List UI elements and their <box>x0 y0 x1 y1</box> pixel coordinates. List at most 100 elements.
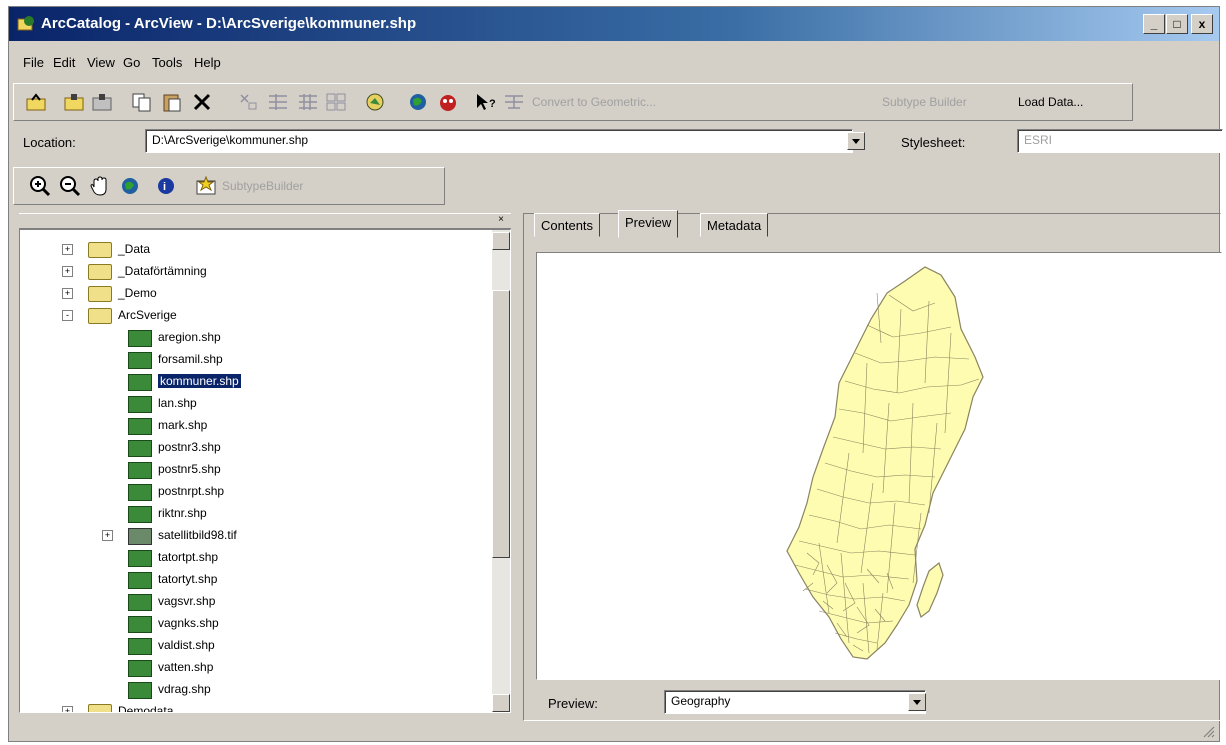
connect-folder-icon[interactable] <box>62 91 86 113</box>
tree-item[interactable]: lan.shp <box>20 394 490 414</box>
shapefile-icon <box>128 572 152 589</box>
convert-to-geometric-button[interactable]: Convert to Geometric... <box>532 95 656 109</box>
identify-icon[interactable]: i <box>154 175 178 197</box>
tree-item[interactable]: + _Dataförtämning <box>20 262 490 282</box>
shapefile-icon <box>128 616 152 633</box>
shapefile-icon <box>128 594 152 611</box>
menu-tools[interactable]: Tools <box>152 55 182 70</box>
tab-metadata[interactable]: Metadata <box>700 213 769 237</box>
preview-type-dropdown-button[interactable] <box>908 693 926 711</box>
tree-item[interactable]: + satellitbild98.tif <box>20 526 490 546</box>
shapefile-icon <box>128 440 152 457</box>
disconnect-folder-icon[interactable] <box>90 91 114 113</box>
full-extent-icon[interactable] <box>118 175 142 197</box>
menu-help[interactable]: Help <box>194 55 221 70</box>
tree-item[interactable]: + _Data <box>20 240 490 260</box>
tree-expander-icon[interactable]: + <box>62 288 73 299</box>
tree-expander-icon[interactable]: + <box>62 706 73 712</box>
tree-item[interactable]: vdrag.shp <box>20 680 490 700</box>
tree-item[interactable]: vagnks.shp <box>20 614 490 634</box>
arccatalog-window: ArcCatalog - ArcView - D:\ArcSverige\kom… <box>8 6 1223 742</box>
map-preview[interactable] <box>536 252 1222 680</box>
tree-close-icon[interactable]: × <box>493 213 509 227</box>
zoom-in-icon[interactable] <box>28 175 52 197</box>
scroll-down-button[interactable] <box>492 694 510 712</box>
tab-contents[interactable]: Contents <box>534 213 601 237</box>
location-dropdown-button[interactable] <box>847 132 865 150</box>
large-icons-icon[interactable] <box>236 91 260 113</box>
shapefile-icon <box>128 682 152 699</box>
load-data-button[interactable]: Load Data... <box>1018 95 1083 109</box>
tree-item-label: _Data <box>118 242 151 256</box>
tree-expander-icon[interactable]: + <box>102 530 113 541</box>
svg-text:?: ? <box>489 98 496 110</box>
tree-item[interactable]: valdist.shp <box>20 636 490 656</box>
delete-icon[interactable] <box>190 91 214 113</box>
tree-item[interactable]: kommuner.shp <box>20 372 490 392</box>
tab-preview[interactable]: Preview <box>618 210 679 238</box>
subtype-builder-button[interactable]: Subtype Builder <box>882 95 967 109</box>
thumbnails-icon[interactable] <box>324 91 348 113</box>
geometric-network-icon[interactable] <box>502 91 526 113</box>
launch-arcmap-icon[interactable] <box>364 91 388 113</box>
details-view-icon[interactable] <box>296 91 320 113</box>
tree-item-label: aregion.shp <box>158 330 221 344</box>
tree-item-label: Demodata <box>118 704 174 713</box>
geography-toolbar: i SubtypeBuilder <box>13 167 445 205</box>
tree-item-label: lan.shp <box>158 396 197 410</box>
pan-icon[interactable] <box>88 175 112 197</box>
tree-item[interactable]: mark.shp <box>20 416 490 436</box>
tree-item[interactable]: postnrpt.shp <box>20 482 490 502</box>
stylesheet-select[interactable]: ESRI <box>1017 129 1223 153</box>
close-button[interactable]: x <box>1191 14 1213 34</box>
tree-expander-icon[interactable]: + <box>62 244 73 255</box>
tree-item[interactable]: tatortyt.shp <box>20 570 490 590</box>
title-bar[interactable]: ArcCatalog - ArcView - D:\ArcSverige\kom… <box>9 7 1219 41</box>
tree-item-label: _Dataförtämning <box>118 264 207 278</box>
menu-file[interactable]: File <box>23 55 44 70</box>
minimize-button[interactable]: _ <box>1143 14 1165 34</box>
tree-item[interactable]: forsamil.shp <box>20 350 490 370</box>
tree-expander-icon[interactable]: + <box>62 266 73 277</box>
maximize-button[interactable]: □ <box>1166 14 1188 34</box>
tree-item[interactable]: - ArcSverige <box>20 306 490 326</box>
arctoolbox-icon[interactable] <box>406 91 430 113</box>
tree-item-label: tatortyt.shp <box>158 572 218 586</box>
tree-expander-icon[interactable]: - <box>62 310 73 321</box>
create-thumbnail-icon[interactable] <box>194 175 218 197</box>
list-view-icon[interactable] <box>266 91 290 113</box>
up-one-level-icon[interactable] <box>24 91 48 113</box>
tree-item[interactable]: postnr5.shp <box>20 460 490 480</box>
menu-edit[interactable]: Edit <box>53 55 75 70</box>
tree-item[interactable]: vagsvr.shp <box>20 592 490 612</box>
folder-icon <box>88 286 112 302</box>
copy-icon[interactable] <box>130 91 154 113</box>
menu-go[interactable]: Go <box>123 55 140 70</box>
resize-grip-icon[interactable] <box>1201 724 1215 738</box>
tree-item[interactable]: tatortpt.shp <box>20 548 490 568</box>
tree-item[interactable]: riktnr.shp <box>20 504 490 524</box>
tree-item[interactable]: vatten.shp <box>20 658 490 678</box>
zoom-out-icon[interactable] <box>58 175 82 197</box>
location-input[interactable]: D:\ArcSverige\kommuner.shp <box>145 129 853 153</box>
model-builder-icon[interactable] <box>436 91 460 113</box>
tree-item-label: postnrpt.shp <box>158 484 225 498</box>
scroll-up-button[interactable] <box>492 232 510 250</box>
shapefile-icon <box>128 396 152 413</box>
tree-vertical-scrollbar[interactable] <box>492 230 510 712</box>
tree-item-label: postnr3.shp <box>158 440 221 454</box>
shapefile-icon <box>128 506 152 523</box>
preview-type-select[interactable]: Geography <box>664 690 926 714</box>
folder-icon <box>88 264 112 280</box>
menu-view[interactable]: View <box>87 55 115 70</box>
tree-item[interactable]: aregion.shp <box>20 328 490 348</box>
scroll-thumb[interactable] <box>492 290 510 558</box>
tree-item[interactable]: postnr3.shp <box>20 438 490 458</box>
shapefile-icon <box>128 418 152 435</box>
tree-item[interactable]: + _Demo <box>20 284 490 304</box>
whats-this-icon[interactable]: ? <box>474 91 498 113</box>
paste-icon[interactable] <box>160 91 184 113</box>
subtype-builder-button-2[interactable]: SubtypeBuilder <box>222 179 303 193</box>
tree-item[interactable]: + Demodata <box>20 702 490 713</box>
tree-item-label: mark.shp <box>158 418 208 432</box>
